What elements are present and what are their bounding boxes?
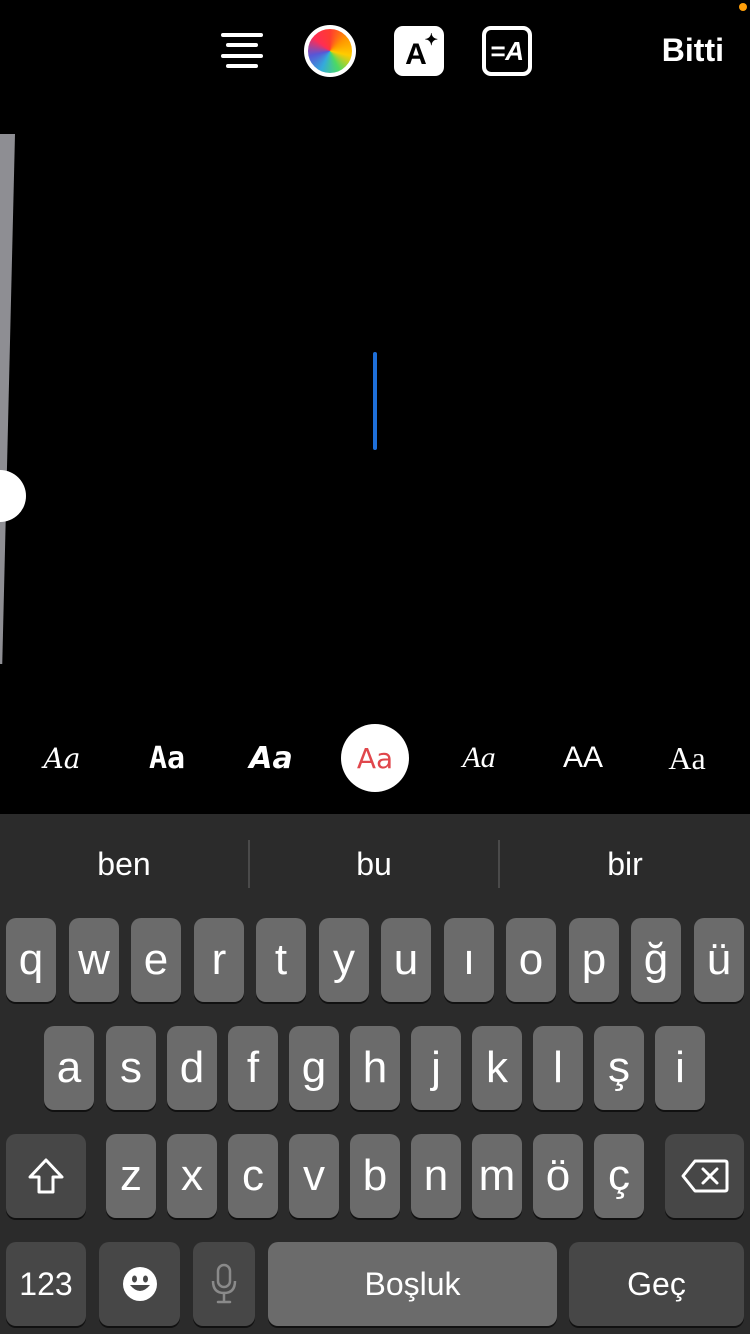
key-p[interactable]: p	[569, 918, 619, 1002]
font-option-italic-serif[interactable]: Aa	[445, 724, 513, 792]
key-f[interactable]: f	[228, 1026, 278, 1110]
font-option-script[interactable]: Aa	[28, 724, 96, 792]
key-m[interactable]: m	[472, 1134, 522, 1218]
key-b[interactable]: b	[350, 1134, 400, 1218]
key-dotless-i[interactable]: ı	[444, 918, 494, 1002]
suggestion-bar: ben bu bir	[0, 814, 750, 914]
key-t[interactable]: t	[256, 918, 306, 1002]
sparkle-icon: ✦	[424, 32, 438, 49]
font-option-caps[interactable]: AA	[549, 724, 617, 792]
emoji-icon	[122, 1267, 157, 1301]
font-option-rounded-selected[interactable]: Aa	[341, 724, 409, 792]
key-x[interactable]: x	[167, 1134, 217, 1218]
key-y[interactable]: y	[319, 918, 369, 1002]
shift-icon	[28, 1158, 64, 1194]
key-q[interactable]: q	[6, 918, 56, 1002]
status-dot	[739, 3, 747, 11]
backspace-key[interactable]	[665, 1134, 744, 1218]
key-a[interactable]: a	[44, 1026, 94, 1110]
key-g-breve[interactable]: ğ	[631, 918, 681, 1002]
text-size-slider[interactable]	[0, 134, 15, 664]
effect-letter: A	[405, 38, 427, 71]
text-editor-toolbar: A ✦ =A Bitti	[0, 0, 750, 104]
key-o-umlaut[interactable]: ö	[533, 1134, 583, 1218]
backspace-icon	[681, 1159, 728, 1193]
key-s[interactable]: s	[106, 1026, 156, 1110]
key-d[interactable]: d	[167, 1026, 217, 1110]
key-v[interactable]: v	[289, 1134, 339, 1218]
color-wheel-icon[interactable]	[304, 25, 356, 77]
key-k[interactable]: k	[472, 1026, 522, 1110]
space-key[interactable]: Boşluk	[268, 1242, 557, 1326]
suggestion-2[interactable]: bu	[250, 814, 498, 914]
font-option-bold-mono[interactable]: Aa	[133, 724, 201, 792]
key-z[interactable]: z	[106, 1134, 156, 1218]
key-r[interactable]: r	[194, 918, 244, 1002]
text-effect-icon[interactable]: A ✦	[394, 26, 444, 76]
text-background-glyph: =A	[490, 35, 524, 66]
key-i[interactable]: i	[655, 1026, 705, 1110]
microphone-icon	[211, 1263, 237, 1304]
key-u-umlaut[interactable]: ü	[694, 918, 744, 1002]
font-option-bold-italic[interactable]: Aa	[237, 724, 305, 792]
key-u[interactable]: u	[381, 918, 431, 1002]
shift-key[interactable]	[6, 1134, 86, 1218]
numbers-key[interactable]: 123	[6, 1242, 86, 1326]
key-s-cedilla[interactable]: ş	[594, 1026, 644, 1110]
font-option-serif[interactable]: Aa	[653, 724, 721, 792]
microphone-key[interactable]	[193, 1242, 255, 1326]
key-w[interactable]: w	[69, 918, 119, 1002]
key-c[interactable]: c	[228, 1134, 278, 1218]
key-l[interactable]: l	[533, 1026, 583, 1110]
font-picker: Aa Aa Aa Aa Aa AA Aa	[0, 724, 750, 794]
key-n[interactable]: n	[411, 1134, 461, 1218]
key-h[interactable]: h	[350, 1026, 400, 1110]
text-cursor	[373, 352, 377, 450]
suggestion-3[interactable]: bir	[500, 814, 750, 914]
return-key[interactable]: Geç	[569, 1242, 744, 1326]
key-e[interactable]: e	[131, 918, 181, 1002]
text-background-icon[interactable]: =A	[482, 26, 532, 76]
key-g[interactable]: g	[289, 1026, 339, 1110]
key-j[interactable]: j	[411, 1026, 461, 1110]
align-center-icon[interactable]	[217, 26, 267, 76]
keyboard: ben bu bir q w e r t y u ı o p ğ ü a s d…	[0, 814, 750, 1334]
key-o[interactable]: o	[506, 918, 556, 1002]
emoji-key[interactable]	[99, 1242, 180, 1326]
text-size-slider-knob[interactable]	[0, 470, 26, 522]
suggestion-1[interactable]: ben	[0, 814, 248, 914]
key-c-cedilla[interactable]: ç	[594, 1134, 644, 1218]
done-button[interactable]: Bitti	[662, 32, 724, 69]
